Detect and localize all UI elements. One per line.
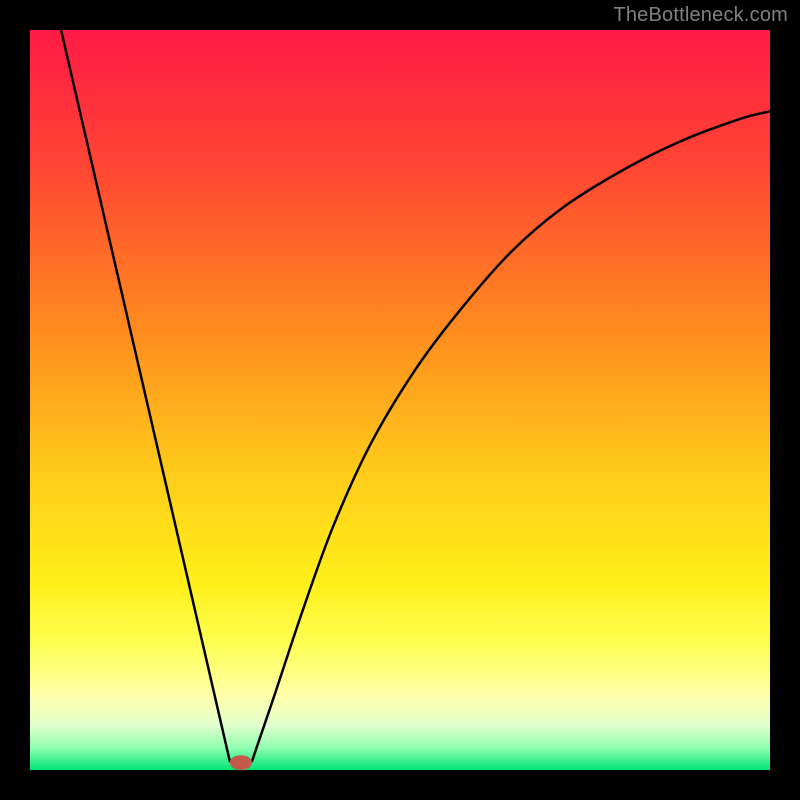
- attribution-text: TheBottleneck.com: [613, 4, 788, 27]
- bottleneck-chart: [30, 30, 770, 770]
- chart-frame: TheBottleneck.com: [0, 0, 800, 800]
- plot-area: [30, 30, 770, 770]
- gradient-background: [30, 30, 770, 770]
- minimum-marker: [230, 755, 252, 770]
